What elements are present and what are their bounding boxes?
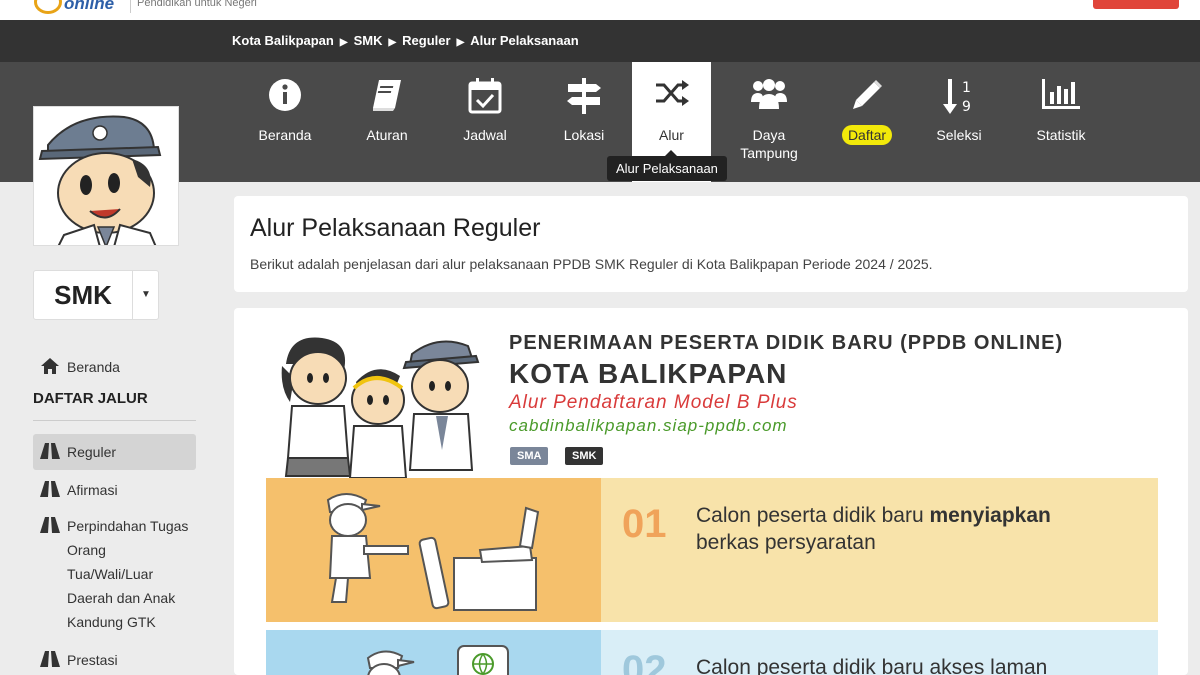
sidebar-link-label: Beranda [67,359,120,375]
step-1-illustration [266,478,601,622]
student-at-computer-icon [326,493,540,611]
signpost-icon [567,78,601,114]
sidebar-item-line: Perpindahan Tugas [67,518,189,534]
student-globe-icon [366,645,509,675]
logo-tagline: Pendidikan untuk Negeri [130,0,257,13]
breadcrumb-item[interactable]: SMK [354,33,383,48]
nav-item-statistik[interactable]: Statistik [1020,62,1102,182]
step-1-text-part: berkas persyaratan [696,531,876,554]
nav-item-daftar[interactable]: Daftar [828,62,906,182]
main-nav: Beranda Aturan Jadwal Lokasi Alur Daya T… [0,62,1200,182]
sidebar-item-afirmasi[interactable]: Afirmasi [40,478,118,502]
avatar [33,106,179,246]
infographic-card: PENERIMAAN PESERTA DIDIK BARU (PPDB ONLI… [234,308,1188,675]
nav-label: Lokasi [563,127,605,143]
sidebar-item-line: Tua/Wali/Luar [67,566,154,582]
page-description: Berikut adalah penjelasan dari alur pela… [250,256,933,272]
sidebar-item-line: Orang [67,542,106,558]
header-action-button[interactable] [1093,0,1179,9]
nav-label: Alur [659,127,684,143]
breadcrumb-bar: Kota Balikpapan ▶ SMK ▶ Reguler ▶ Alur Pelaksa… [0,20,1200,62]
nav-item-seleksi[interactable]: 19 Seleksi [920,62,998,182]
home-icon [41,358,59,374]
nav-item-beranda[interactable]: Beranda [246,62,324,182]
breadcrumb-item-current: Alur Pelaksanaan [470,33,579,48]
step-2-text: Calon peserta didik baru akses laman [696,656,1048,675]
sidebar-item-line: Daerah dan Anak [67,590,176,606]
badge-smk: SMK [565,447,604,465]
bar-chart-icon [1042,79,1080,109]
student-mascot-icon [38,115,162,245]
book-icon [373,80,401,111]
step-1-text-bold: menyiapkan [929,504,1051,527]
infographic-subtitle: Alur Pendaftaran Model B Plus [509,392,798,413]
step-1-text-part: Calon peserta didik baru [696,504,930,527]
road-icon [40,517,60,533]
logo-icon[interactable] [34,0,62,14]
step-1-number: 01 [622,502,667,546]
sidebar-item-label: Afirmasi [67,482,118,498]
nav-item-aturan[interactable]: Aturan [348,62,426,182]
nav-item-daya-tampung[interactable]: Daya Tampung [728,62,810,182]
site-header: online Pendidikan untuk Negeri [0,0,1200,20]
sidebar-item-line: Kandung GTK [67,614,156,630]
step-2-number: 02 [622,648,667,675]
level-select[interactable]: SMK ▼ [33,270,159,320]
infographic-city: KOTA BALIKPAPAN [509,358,788,389]
level-select-value: SMK [54,280,112,310]
page-header-card: Alur Pelaksanaan Reguler Berikut adalah … [234,196,1188,292]
info-icon [269,79,301,111]
nav-label: Aturan [366,127,408,143]
caret-down-icon[interactable]: ▼ [132,271,159,319]
breadcrumb: Kota Balikpapan ▶ SMK ▶ Reguler ▶ Alur Pelaksa… [232,33,579,48]
nav-label: Seleksi [936,127,982,143]
breadcrumb-item[interactable]: Reguler [402,33,450,48]
shuffle-icon [655,80,689,106]
sidebar-section-title: DAFTAR JALUR [33,390,148,407]
nav-label-wrap: Daftar [828,125,906,145]
sidebar-item-label: Perpindahan Tugas Orang Tua/Wali/Luar Da… [67,514,188,634]
breadcrumb-item[interactable]: Kota Balikpapan [232,33,334,48]
logo-text[interactable]: online [64,0,114,14]
sidebar: SMK ▼ Beranda DAFTAR JALUR Reguler Afirm… [0,106,220,675]
svg-text:1: 1 [962,80,971,96]
nav-label: Jadwal [463,127,507,143]
sidebar-divider [33,420,196,421]
badge-sma: SMA [510,447,549,465]
road-icon [40,481,60,497]
nav-label: Beranda [258,127,312,143]
road-icon [40,651,60,667]
svg-text:9: 9 [962,99,971,115]
sidebar-item-label: Prestasi [67,652,118,668]
step-1-text: Calon peserta didik baru menyiapkan berk… [696,502,1051,556]
sidebar-item-prestasi[interactable]: Prestasi [40,648,118,672]
users-icon [751,79,787,109]
sidebar-item-perpindahan-tugas[interactable]: Perpindahan Tugas Orang Tua/Wali/Luar Da… [40,514,188,634]
nav-tooltip: Alur Pelaksanaan [607,150,727,181]
pencil-icon [853,80,882,109]
calendar-check-icon [468,78,502,114]
chevron-right-icon: ▶ [339,37,348,48]
nav-label: Daya Tampung [740,127,798,161]
sidebar-item-label: Reguler [67,444,117,460]
page-title: Alur Pelaksanaan Reguler [250,214,541,242]
step-1-panel: 01 Calon peserta didik baru menyiapkan b… [266,478,1158,622]
sidebar-link-beranda[interactable]: Beranda [40,355,120,379]
infographic-website: cabdinbalikpapan.siap-ppdb.com [509,416,788,435]
sidebar-item-reguler[interactable]: Reguler [40,440,116,464]
step-2-illustration [266,630,601,675]
road-icon [40,443,60,459]
sort-numeric-icon: 19 [943,79,971,115]
chevron-right-icon: ▶ [388,37,397,48]
nav-label: Daftar [841,125,893,145]
infographic-heading: PENERIMAAN PESERTA DIDIK BARU (PPDB ONLI… [509,332,1064,354]
students-illustration-icon [281,337,480,478]
chevron-right-icon: ▶ [456,37,465,48]
step-2-panel: 02 Calon peserta didik baru akses laman [266,630,1158,675]
nav-label: Statistik [1036,127,1086,143]
nav-item-jadwal[interactable]: Jadwal [446,62,524,182]
